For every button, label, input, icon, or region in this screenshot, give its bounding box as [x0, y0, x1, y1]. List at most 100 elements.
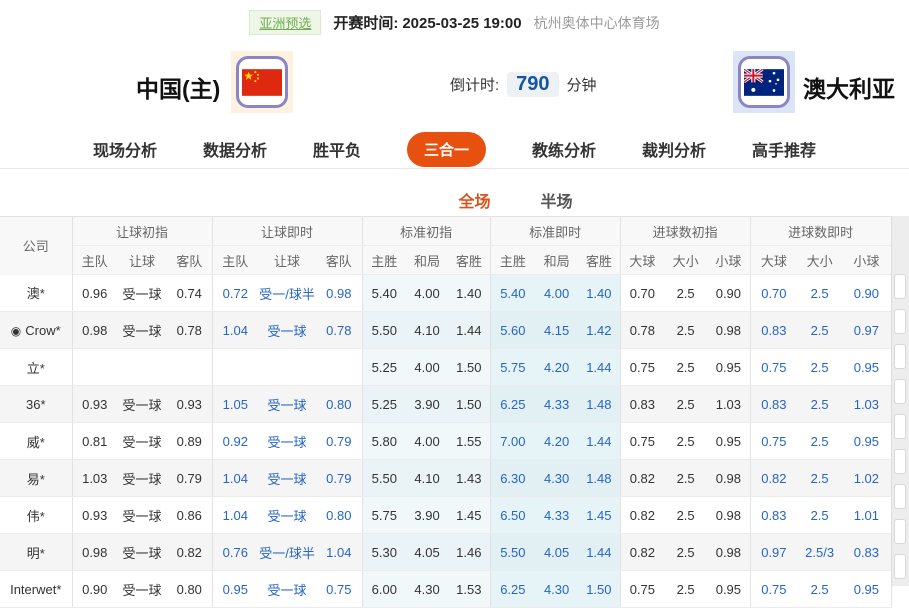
company-cell[interactable]: 立*	[0, 349, 72, 386]
odds-cell: 7.00	[490, 423, 535, 460]
odds-cell: 4.30	[406, 571, 448, 608]
table-row: 澳*0.96受一球0.740.72受一/球半0.985.404.001.405.…	[0, 275, 891, 312]
company-cell[interactable]: Interwet*	[0, 571, 72, 608]
tab-live-analysis[interactable]: 现场分析	[93, 137, 157, 161]
odds-cell: 受一球	[258, 386, 316, 423]
tab-expert-recommend[interactable]: 高手推荐	[752, 137, 816, 161]
tab-three-in-one[interactable]: 三合一	[407, 132, 486, 167]
odds-cell: 2.5	[664, 571, 707, 608]
odds-cell: 1.04	[316, 534, 362, 571]
company-name: Crow*	[25, 323, 60, 338]
away-flag-box	[733, 51, 795, 113]
company-cell[interactable]: 36*	[0, 386, 72, 423]
company-name: 立*	[27, 361, 45, 376]
odds-cell: 0.98	[707, 497, 750, 534]
odds-cell: 1.50	[448, 386, 490, 423]
col-header: 大小	[664, 246, 707, 275]
company-cell[interactable]: 伟*	[0, 497, 72, 534]
scrollbar-thumb[interactable]	[894, 414, 906, 439]
side-scrollbar[interactable]	[891, 216, 909, 586]
odds-cell: 1.03	[72, 460, 117, 497]
odds-cell: 5.40	[490, 275, 535, 312]
home-flag-box	[231, 51, 293, 113]
odds-cell: 0.98	[707, 460, 750, 497]
odds-cell: 5.60	[490, 312, 535, 349]
league-badge[interactable]: 亚洲预选	[249, 10, 321, 35]
odds-cell: 0.72	[212, 275, 258, 312]
group-standard-initial: 标准初指	[362, 217, 490, 246]
group-goals-live: 进球数即时	[750, 217, 891, 246]
odds-cell: 5.50	[362, 460, 406, 497]
tab-referee-analysis[interactable]: 裁判分析	[642, 137, 706, 161]
col-header: 和局	[535, 246, 578, 275]
odds-cell: 5.80	[362, 423, 406, 460]
tab-coach-analysis[interactable]: 教练分析	[532, 137, 596, 161]
company-cell[interactable]: 威*	[0, 423, 72, 460]
scrollbar-thumb[interactable]	[894, 449, 906, 474]
company-cell[interactable]: ◉Crow*	[0, 312, 72, 349]
scrollbar-thumb[interactable]	[894, 274, 906, 299]
odds-cell: 0.75	[620, 423, 664, 460]
scrollbar-thumb[interactable]	[894, 484, 906, 509]
odds-cell: 0.97	[842, 312, 891, 349]
odds-cell: 受一球	[258, 497, 316, 534]
odds-cell: 0.98	[707, 312, 750, 349]
company-name: 易*	[27, 472, 45, 487]
tab-win-draw-lose[interactable]: 胜平负	[313, 137, 361, 161]
table-row: 威*0.81受一球0.890.92受一球0.795.804.001.557.00…	[0, 423, 891, 460]
group-goals-initial: 进球数初指	[620, 217, 750, 246]
china-flag-icon	[242, 69, 282, 96]
kickoff-label: 开赛时间:	[333, 15, 398, 32]
odds-cell: 0.95	[842, 423, 891, 460]
col-header: 大球	[750, 246, 797, 275]
odds-cell: 4.00	[406, 349, 448, 386]
odds-cell: 5.75	[490, 349, 535, 386]
odds-cell: 1.48	[578, 460, 620, 497]
odds-cell: 1.44	[578, 534, 620, 571]
company-name: Interwet*	[10, 582, 61, 597]
odds-cell: 1.45	[448, 497, 490, 534]
odds-cell: 0.98	[72, 534, 117, 571]
company-cell[interactable]: 澳*	[0, 275, 72, 312]
odds-cell: 受一球	[117, 460, 167, 497]
scrollbar-thumb[interactable]	[894, 554, 906, 579]
odds-cell: 0.74	[167, 275, 212, 312]
odds-cell: 0.82	[620, 534, 664, 571]
tab-data-analysis[interactable]: 数据分析	[203, 137, 267, 161]
col-header: 主胜	[362, 246, 406, 275]
company-cell[interactable]: 易*	[0, 460, 72, 497]
odds-cell: 0.95	[707, 349, 750, 386]
odds-cell: 1.05	[212, 386, 258, 423]
scrollbar-thumb[interactable]	[894, 309, 906, 334]
col-header: 客胜	[578, 246, 620, 275]
odds-cell: 1.42	[578, 312, 620, 349]
odds-cell: 4.10	[406, 460, 448, 497]
odds-cell: 2.5	[664, 423, 707, 460]
scrollbar-thumb[interactable]	[894, 344, 906, 369]
home-team-name: 中国(主)	[136, 70, 220, 104]
odds-cell: 1.04	[212, 312, 258, 349]
odds-cell: 0.70	[620, 275, 664, 312]
odds-cell: 0.75	[620, 571, 664, 608]
odds-cell: 0.86	[167, 497, 212, 534]
odds-cell: 2.5	[797, 460, 842, 497]
company-name: 明*	[27, 546, 45, 561]
company-cell[interactable]: 明*	[0, 534, 72, 571]
scrollbar-thumb[interactable]	[894, 379, 906, 404]
odds-cell	[167, 349, 212, 386]
scrollbar-thumb[interactable]	[894, 519, 906, 544]
odds-cell: 0.97	[750, 534, 797, 571]
odds-cell: 受一球	[117, 275, 167, 312]
odds-cell: 0.95	[212, 571, 258, 608]
odds-cell: 1.04	[212, 497, 258, 534]
odds-cell: 0.95	[707, 571, 750, 608]
odds-cell: 0.70	[750, 275, 797, 312]
col-header: 让球	[258, 246, 316, 275]
odds-cell: 2.5	[797, 349, 842, 386]
odds-cell: 0.79	[316, 460, 362, 497]
odds-cell: 1.55	[448, 423, 490, 460]
company-name: 威*	[27, 435, 45, 450]
odds-cell: 受一球	[117, 534, 167, 571]
odds-cell: 2.5	[664, 275, 707, 312]
odds-cell: 5.25	[362, 386, 406, 423]
